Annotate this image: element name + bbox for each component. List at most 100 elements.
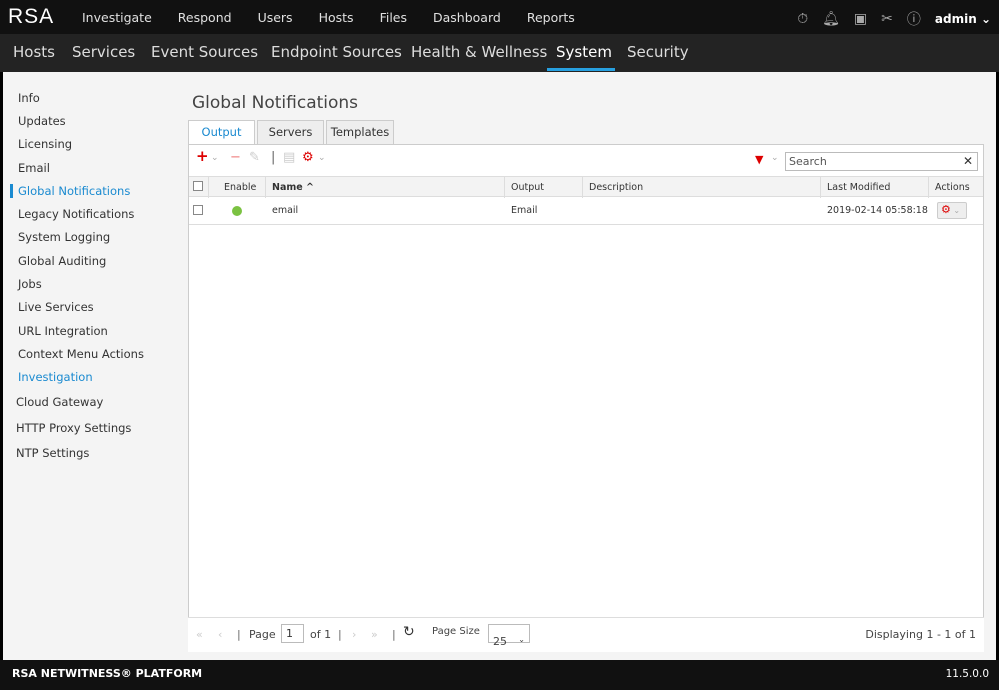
sidebar-item-ntp-settings[interactable]: NTP Settings — [16, 446, 89, 460]
last-page-icon[interactable]: » — [371, 628, 378, 641]
sidebar-item-info[interactable]: Info — [18, 91, 40, 105]
sidebar-item-updates[interactable]: Updates — [18, 114, 66, 128]
toolbar-separator: | — [271, 150, 276, 165]
row-name: email — [272, 205, 299, 216]
nav-users[interactable]: Users — [258, 10, 293, 25]
sidebar-item-email[interactable]: Email — [18, 161, 50, 175]
select-all-checkbox[interactable] — [193, 181, 203, 191]
footer: RSA NETWITNESS® PLATFORM 11.5.0.0 — [0, 660, 999, 690]
separator: | — [338, 628, 342, 641]
chevron-down-icon: ⌄ — [518, 635, 525, 644]
row-last-modified: 2019-02-14 05:58:18 — [827, 205, 928, 216]
page-input[interactable]: 1 — [281, 624, 304, 643]
nav-respond[interactable]: Respond — [178, 10, 232, 25]
separator: | — [392, 628, 396, 641]
active-indicator — [10, 184, 13, 198]
sidebar-item-live-services[interactable]: Live Services — [18, 300, 94, 314]
page-title: Global Notifications — [192, 93, 359, 113]
refresh-icon[interactable]: ↻ — [403, 624, 415, 640]
gear-icon[interactable]: ⚙ — [302, 150, 314, 165]
col-last-modified[interactable]: Last Modified — [827, 182, 890, 193]
search-placeholder: Search — [789, 155, 827, 168]
table-row[interactable]: email Email 2019-02-14 05:58:18 ⚙ ⌄ — [189, 197, 983, 225]
nav-reports[interactable]: Reports — [527, 10, 575, 25]
search-input[interactable]: Search ✕ — [785, 152, 978, 171]
prev-page-icon[interactable]: ‹ — [218, 628, 222, 641]
filter-icon[interactable]: ▼ — [755, 153, 763, 166]
nav-investigate[interactable]: Investigate — [82, 10, 152, 25]
clear-icon[interactable]: ✕ — [963, 154, 973, 168]
first-page-icon[interactable]: « — [196, 628, 203, 641]
col-enable[interactable]: Enable — [224, 182, 256, 193]
main-area: Info Updates Licensing Email Global Noti… — [3, 72, 996, 660]
sidebar-item-cloud-gateway[interactable]: Cloud Gateway — [16, 395, 103, 409]
delete-icon[interactable]: − — [230, 150, 241, 165]
tab-servers[interactable]: Servers — [257, 120, 324, 145]
chevron-down-icon[interactable]: ⌄ — [318, 153, 326, 163]
sidebar-item-legacy-notifications[interactable]: Legacy Notifications — [18, 207, 134, 221]
col-name[interactable]: Name ^ — [272, 182, 314, 193]
timer-icon[interactable]: ⏱ — [797, 11, 808, 27]
row-actions-button[interactable]: ⚙ ⌄ — [937, 202, 967, 219]
version: 11.5.0.0 — [945, 668, 989, 680]
active-tab-indicator — [547, 68, 615, 71]
sidebar-item-global-auditing[interactable]: Global Auditing — [18, 254, 106, 268]
edit-icon[interactable]: ✎ — [249, 150, 260, 165]
row-output: Email — [511, 205, 538, 216]
footer-brand: RSA NETWITNESS® PLATFORM — [12, 667, 203, 680]
sidebar-item-licensing[interactable]: Licensing — [18, 137, 72, 151]
table-header: Enable Name ^ Output Description Last Mo… — [189, 176, 983, 198]
add-icon[interactable]: + — [196, 147, 209, 165]
sidebar-item-context-menu-actions[interactable]: Context Menu Actions — [18, 347, 144, 361]
tab-output[interactable]: Output — [188, 120, 255, 145]
tab-templates[interactable]: Templates — [326, 120, 394, 145]
gear-icon: ⚙ — [941, 203, 951, 216]
subnav-health-wellness[interactable]: Health & Wellness — [411, 43, 547, 61]
page-of-label: of 1 — [310, 628, 332, 641]
sidebar-item-global-notifications[interactable]: Global Notifications — [18, 184, 130, 198]
subnav-event-sources[interactable]: Event Sources — [151, 43, 258, 61]
subnav-hosts[interactable]: Hosts — [13, 43, 55, 61]
subnav-endpoint-sources[interactable]: Endpoint Sources — [271, 43, 402, 61]
chevron-down-icon: ⌄ — [950, 206, 961, 215]
clone-icon[interactable]: ▤ — [283, 150, 295, 165]
sidebar-item-investigation[interactable]: Investigation — [18, 370, 93, 384]
page-size-select[interactable]: 25 ⌄ — [488, 624, 530, 648]
bell-icon[interactable]: 🔔︎ — [822, 11, 840, 27]
subnav-services[interactable]: Services — [72, 43, 135, 61]
chevron-down-icon: ⌄ — [980, 12, 991, 26]
top-nav: Investigate Respond Users Hosts Files Da… — [82, 10, 601, 25]
col-output[interactable]: Output — [511, 182, 544, 193]
page-size-label: Page Size — [432, 626, 480, 637]
nav-files[interactable]: Files — [380, 10, 407, 25]
user-menu[interactable]: admin ⌄ — [935, 12, 991, 26]
displaying-count: Displaying 1 - 1 of 1 — [865, 628, 976, 641]
output-panel: + ⌄ − ✎ | ▤ ⚙ ⌄ ▼ ⌄ Search ✕ Enable Name … — [188, 144, 984, 652]
col-description[interactable]: Description — [589, 182, 643, 193]
sidebar-item-http-proxy[interactable]: HTTP Proxy Settings — [16, 421, 131, 435]
rsa-logo: RSA — [8, 5, 55, 28]
page-size-value: 25 — [493, 635, 507, 648]
subnav-system[interactable]: System — [556, 43, 612, 61]
tasks-icon[interactable]: ▣ — [854, 11, 867, 27]
pagination-bar: « ‹ | Page 1 of 1 | › » | ↻ Page Size 25… — [188, 617, 984, 652]
sub-nav: Hosts Services Event Sources Endpoint So… — [0, 34, 999, 72]
help-icon[interactable]: ⓘ — [907, 9, 921, 29]
chevron-down-icon[interactable]: ⌄ — [211, 153, 219, 163]
nav-hosts[interactable]: Hosts — [319, 10, 354, 25]
nav-dashboard[interactable]: Dashboard — [433, 10, 501, 25]
chevron-down-icon[interactable]: ⌄ — [771, 153, 779, 163]
user-name: admin — [934, 12, 977, 26]
tools-icon[interactable]: ✂ — [881, 11, 893, 27]
page-label: Page — [249, 628, 276, 641]
top-bar: RSA Investigate Respond Users Hosts File… — [0, 0, 999, 34]
subnav-security[interactable]: Security — [627, 43, 689, 61]
separator: | — [237, 628, 241, 641]
next-page-icon[interactable]: › — [352, 628, 356, 641]
col-actions: Actions — [935, 182, 970, 193]
sidebar-item-system-logging[interactable]: System Logging — [18, 230, 110, 244]
enabled-status-icon — [232, 206, 242, 216]
sidebar-item-jobs[interactable]: Jobs — [18, 277, 42, 291]
row-checkbox[interactable] — [193, 205, 203, 215]
sidebar-item-url-integration[interactable]: URL Integration — [18, 324, 108, 338]
